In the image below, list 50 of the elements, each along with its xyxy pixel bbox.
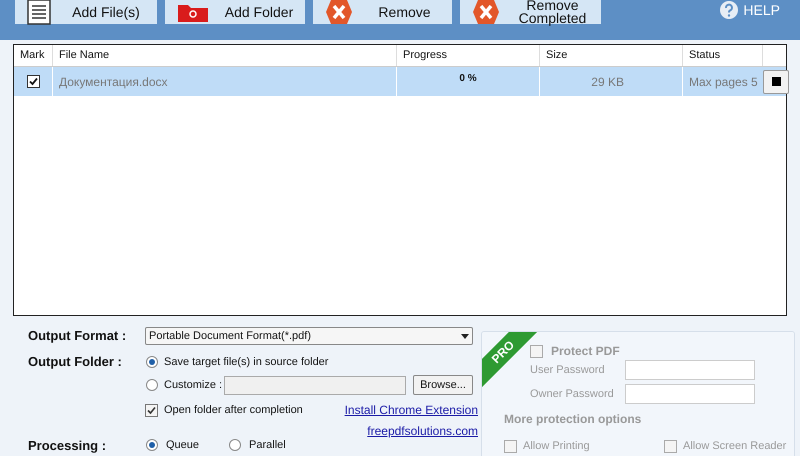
option-label: Parallel — [249, 438, 286, 453]
column-header[interactable]: File Name — [53, 45, 397, 66]
field-label: User Password — [530, 362, 606, 378]
option-label: Allow Printing — [523, 439, 590, 454]
toolbar-button[interactable]: Remove — [313, 0, 452, 24]
document-icon — [27, 0, 51, 25]
column-header[interactable]: Mark — [14, 45, 53, 66]
password-field[interactable] — [625, 384, 755, 404]
option-label: Save target file(s) in source folder — [164, 354, 328, 370]
close-icon — [472, 0, 500, 25]
password-field[interactable] — [625, 360, 755, 380]
toolbar-button[interactable]: Add File(s) — [15, 0, 157, 24]
option-label: Allow Screen Reader — [683, 439, 786, 454]
field-label: Output Folder : — [28, 353, 123, 372]
table-cell: Документация.docx — [53, 67, 397, 96]
option-label: Customize : — [164, 378, 224, 393]
column-header[interactable]: Status — [683, 45, 763, 66]
checkbox[interactable] — [664, 440, 677, 453]
section-label: More protection options — [504, 411, 642, 428]
column-header[interactable]: Size — [540, 45, 683, 66]
option-label: Open folder after completion — [164, 402, 303, 418]
radio-button[interactable] — [229, 439, 242, 452]
radio-button[interactable] — [146, 439, 158, 452]
format-dropdown[interactable]: Portable Document Format(*.pdf) — [145, 327, 473, 345]
toolbar-button[interactable]: Remove Completed — [460, 0, 601, 24]
table-cell-text: Max pages 5 — [688, 74, 759, 90]
checkbox[interactable] — [26, 75, 40, 88]
dropdown-arrow-icon — [461, 334, 469, 338]
stop-button[interactable] — [763, 70, 789, 94]
browse-button[interactable]: Browse... — [413, 375, 473, 395]
field-label: Output Format : — [28, 327, 128, 346]
checkbox[interactable] — [145, 404, 158, 416]
checkbox[interactable] — [504, 440, 517, 453]
field-label: Processing : — [28, 437, 108, 455]
option-label: Queue — [166, 438, 200, 453]
radio-button[interactable] — [146, 379, 158, 391]
link[interactable]: freepdfsolutions.com — [367, 422, 478, 440]
folder-path-field[interactable] — [224, 376, 406, 394]
table-cell: 0 % — [397, 67, 540, 96]
toolbar-button[interactable]: Add Folder — [165, 0, 305, 24]
radio-button[interactable] — [146, 356, 158, 368]
close-icon — [325, 0, 353, 25]
table-cell: 29 KB — [540, 67, 683, 96]
link[interactable]: Install Chrome Extension — [344, 401, 478, 419]
checkbox[interactable] — [530, 344, 543, 358]
table-row[interactable]: Документация.docx 0 % 29 KB Max pages 5 — [14, 67, 786, 96]
stop-icon — [772, 77, 780, 86]
field-label: Owner Password — [530, 386, 615, 402]
column-header[interactable]: Progress — [397, 45, 540, 66]
option-label: Protect PDF — [551, 343, 620, 360]
